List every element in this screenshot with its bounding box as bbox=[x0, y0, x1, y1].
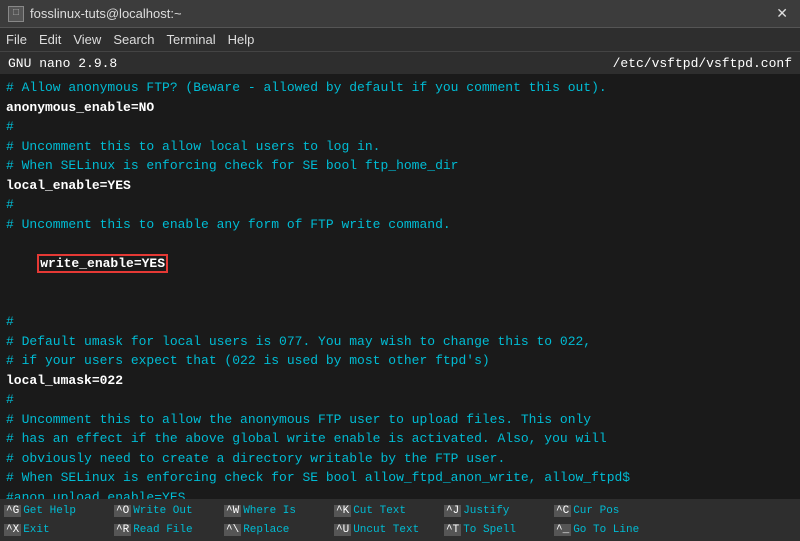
label-go-to-line: Go To Line bbox=[573, 524, 639, 536]
nano-header: GNU nano 2.9.8 /etc/vsftpd/vsftpd.conf bbox=[0, 52, 800, 74]
menu-bar: File Edit View Search Terminal Help bbox=[0, 28, 800, 52]
key-justify: ^J bbox=[444, 505, 461, 517]
key-replace: ^\ bbox=[224, 524, 241, 536]
footer-get-help[interactable]: ^G Get Help bbox=[4, 505, 114, 517]
label-get-help: Get Help bbox=[23, 505, 76, 517]
footer-row-1: ^G Get Help ^O Write Out ^W Where Is ^K … bbox=[4, 505, 796, 517]
menu-search[interactable]: Search bbox=[113, 32, 154, 47]
key-to-spell: ^T bbox=[444, 524, 461, 536]
key-where-is: ^W bbox=[224, 505, 241, 517]
write-enable-setting: write_enable=YES bbox=[37, 254, 168, 273]
window-icon-symbol: □ bbox=[13, 8, 19, 19]
line-19: # When SELinux is enforcing check for SE… bbox=[6, 468, 794, 488]
terminal-content[interactable]: # Allow anonymous FTP? (Beware - allowed… bbox=[0, 74, 800, 499]
footer-write-out[interactable]: ^O Write Out bbox=[114, 505, 224, 517]
label-write-out: Write Out bbox=[133, 505, 192, 517]
footer-uncut-text[interactable]: ^U Uncut Text bbox=[334, 524, 444, 536]
footer-row-2: ^X Exit ^R Read File ^\ Replace ^U Uncut… bbox=[4, 524, 796, 536]
key-cur-pos: ^C bbox=[554, 505, 571, 517]
line-20: #anon_upload_enable=YES bbox=[6, 488, 794, 500]
footer-go-to-line[interactable]: ^_ Go To Line bbox=[554, 524, 664, 536]
line-15: # bbox=[6, 390, 794, 410]
line-4: # Uncomment this to allow local users to… bbox=[6, 137, 794, 157]
label-cur-pos: Cur Pos bbox=[573, 505, 619, 517]
line-3: # bbox=[6, 117, 794, 137]
key-uncut-text: ^U bbox=[334, 524, 351, 536]
footer-cur-pos[interactable]: ^C Cur Pos bbox=[554, 505, 664, 517]
line-6: local_enable=YES bbox=[6, 176, 794, 196]
title-bar-left: □ fosslinux-tuts@localhost:~ bbox=[8, 6, 182, 22]
title-bar: □ fosslinux-tuts@localhost:~ ✕ bbox=[0, 0, 800, 28]
menu-view[interactable]: View bbox=[73, 32, 101, 47]
key-exit: ^X bbox=[4, 524, 21, 536]
line-17: # has an effect if the above global writ… bbox=[6, 429, 794, 449]
line-16: # Uncomment this to allow the anonymous … bbox=[6, 410, 794, 430]
menu-terminal[interactable]: Terminal bbox=[167, 32, 216, 47]
footer-to-spell[interactable]: ^T To Spell bbox=[444, 524, 554, 536]
key-write-out: ^O bbox=[114, 505, 131, 517]
label-uncut-text: Uncut Text bbox=[353, 524, 419, 536]
menu-edit[interactable]: Edit bbox=[39, 32, 61, 47]
footer-justify[interactable]: ^J Justify bbox=[444, 505, 554, 517]
label-to-spell: To Spell bbox=[463, 524, 516, 536]
line-18: # obviously need to create a directory w… bbox=[6, 449, 794, 469]
label-exit: Exit bbox=[23, 524, 49, 536]
footer-where-is[interactable]: ^W Where Is bbox=[224, 505, 334, 517]
nano-footer: ^G Get Help ^O Write Out ^W Where Is ^K … bbox=[0, 499, 800, 541]
line-8: # Uncomment this to enable any form of F… bbox=[6, 215, 794, 235]
footer-cut-text[interactable]: ^K Cut Text bbox=[334, 505, 444, 517]
line-5: # When SELinux is enforcing check for SE… bbox=[6, 156, 794, 176]
line-13: # if your users expect that (022 is used… bbox=[6, 351, 794, 371]
line-12: # Default umask for local users is 077. … bbox=[6, 332, 794, 352]
label-read-file: Read File bbox=[133, 524, 192, 536]
menu-file[interactable]: File bbox=[6, 32, 27, 47]
line-10 bbox=[6, 293, 794, 313]
key-read-file: ^R bbox=[114, 524, 131, 536]
menu-help[interactable]: Help bbox=[228, 32, 255, 47]
nano-version: GNU nano 2.9.8 bbox=[8, 56, 117, 71]
key-get-help: ^G bbox=[4, 505, 21, 517]
title-bar-title: fosslinux-tuts@localhost:~ bbox=[30, 6, 182, 21]
line-9-highlighted: write_enable=YES bbox=[6, 234, 794, 293]
footer-exit[interactable]: ^X Exit bbox=[4, 524, 114, 536]
line-2: anonymous_enable=NO bbox=[6, 98, 794, 118]
label-replace: Replace bbox=[243, 524, 289, 536]
key-go-to-line: ^_ bbox=[554, 524, 571, 536]
label-where-is: Where Is bbox=[243, 505, 296, 517]
nano-filepath: /etc/vsftpd/vsftpd.conf bbox=[613, 56, 792, 71]
label-justify: Justify bbox=[463, 505, 509, 517]
footer-replace[interactable]: ^\ Replace bbox=[224, 524, 334, 536]
footer-read-file[interactable]: ^R Read File bbox=[114, 524, 224, 536]
window-icon: □ bbox=[8, 6, 24, 22]
label-cut-text: Cut Text bbox=[353, 505, 406, 517]
line-7: # bbox=[6, 195, 794, 215]
line-11: # bbox=[6, 312, 794, 332]
line-14: local_umask=022 bbox=[6, 371, 794, 391]
key-cut-text: ^K bbox=[334, 505, 351, 517]
close-button[interactable]: ✕ bbox=[772, 5, 792, 22]
line-1: # Allow anonymous FTP? (Beware - allowed… bbox=[6, 78, 794, 98]
